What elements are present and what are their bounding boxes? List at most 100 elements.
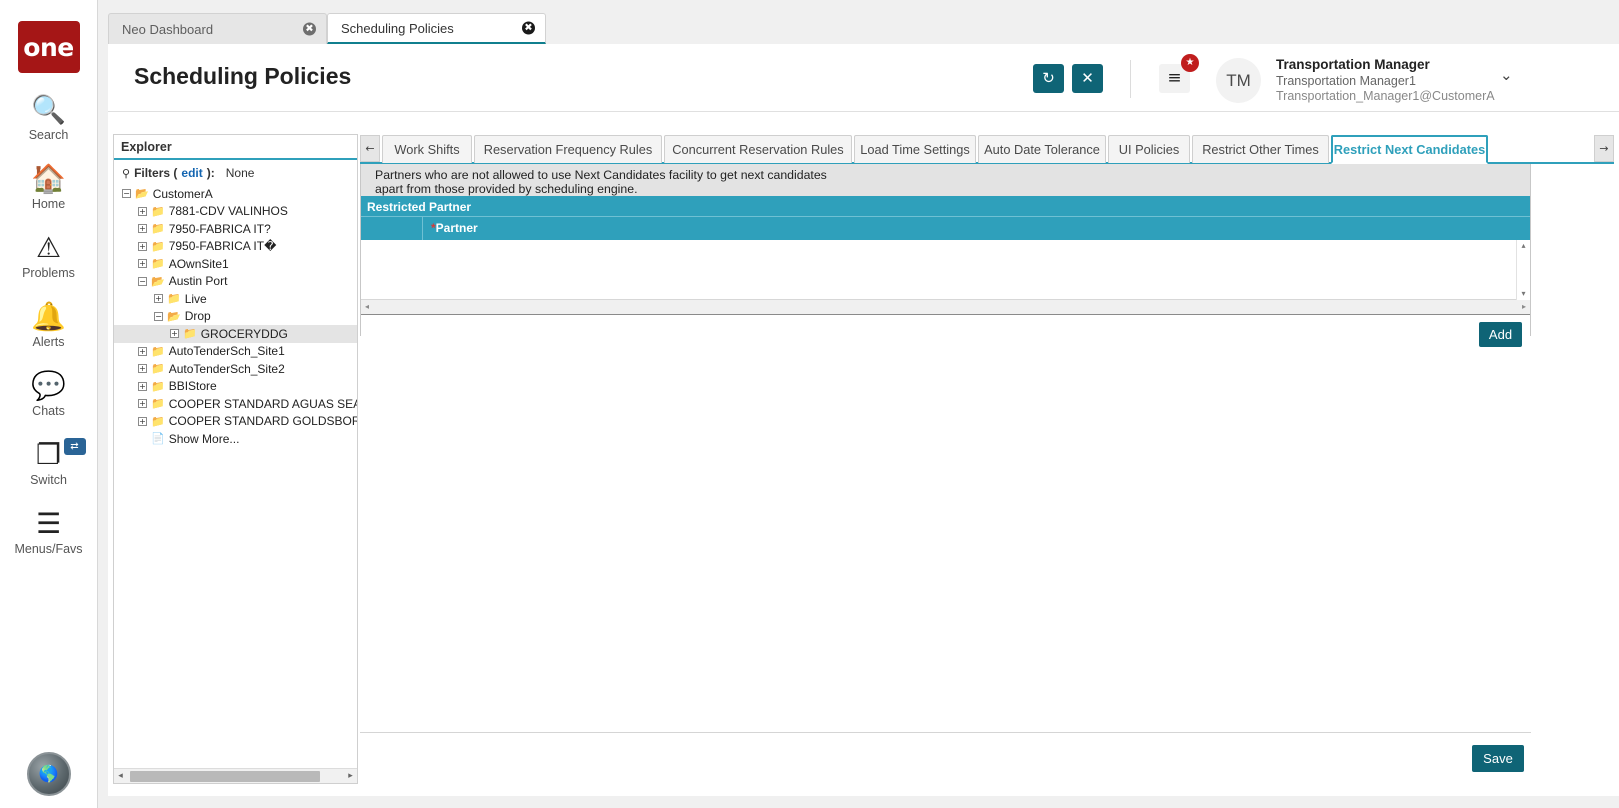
windows-stack-icon: ❐ xyxy=(35,438,62,471)
scroll-right-icon[interactable]: ▸ xyxy=(1518,300,1530,314)
grid-header-partner-label: Partner xyxy=(435,221,478,235)
expand-icon[interactable]: + xyxy=(138,381,147,391)
folder-closed-icon: 📁 xyxy=(151,257,165,271)
collapse-icon[interactable]: − xyxy=(122,189,131,199)
tree-node[interactable]: + 📁COOPER STANDARD AGUAS SEALING ( xyxy=(114,395,357,413)
refresh-icon[interactable]: ↻ xyxy=(1033,64,1064,93)
expand-icon[interactable]: + xyxy=(138,224,147,234)
tree-node[interactable]: − 📂 CustomerA xyxy=(114,185,357,203)
expand-icon[interactable]: + xyxy=(138,241,147,251)
tab-work-shifts[interactable]: Work Shifts xyxy=(382,135,472,163)
filters-edit-link[interactable]: edit xyxy=(181,166,202,180)
grid-horizontal-scrollbar[interactable]: ◂ ▸ xyxy=(361,300,1530,315)
grid-body-empty xyxy=(361,240,1530,300)
scroll-up-icon[interactable]: ▴ xyxy=(1517,240,1530,252)
chevron-down-icon[interactable]: ⌄ xyxy=(1500,66,1513,84)
tree-node[interactable]: + 📁 7881-CDV VALINHOS xyxy=(114,203,357,221)
panel-description-line2: apart from those provided by scheduling … xyxy=(375,182,638,196)
rail-item-chats[interactable]: 💬 Chats xyxy=(0,371,98,419)
filters-value: None xyxy=(225,166,255,180)
tree-node[interactable]: + 📁 BBIStore xyxy=(114,378,357,396)
tab-label: Work Shifts xyxy=(394,142,460,157)
expand-icon[interactable]: + xyxy=(138,346,147,356)
grid-header-partner[interactable]: *Partner xyxy=(423,217,478,240)
scrollbar-thumb[interactable] xyxy=(130,771,320,782)
expand-icon[interactable]: + xyxy=(138,399,147,409)
tree-node[interactable]: + 📁 AutoTenderSch_Site2 xyxy=(114,360,357,378)
folder-closed-icon: 📁 xyxy=(151,204,165,218)
tree-node[interactable]: + 📁 AOwnSite1 xyxy=(114,255,357,273)
panel-description-line1: Partners who are not allowed to use Next… xyxy=(375,168,827,182)
expand-icon[interactable]: + xyxy=(138,259,147,269)
tree-node[interactable]: + 📁 GROCERYDDG xyxy=(114,325,357,343)
panel-description: Partners who are not allowed to use Next… xyxy=(361,164,1530,196)
browser-tab-scheduling-policies[interactable]: Scheduling Policies ✖ xyxy=(327,13,546,44)
scroll-left-icon[interactable]: ◂ xyxy=(114,769,127,783)
rail-label-home: Home xyxy=(31,197,66,211)
tab-ui-policies[interactable]: UI Policies xyxy=(1108,135,1190,163)
tree-node-label: BBIStore xyxy=(168,379,217,394)
tree-node[interactable]: + 📁 7950-FABRICA IT� xyxy=(114,238,357,256)
save-button[interactable]: Save xyxy=(1472,745,1524,772)
rail-item-alerts[interactable]: 🔔 Alerts xyxy=(0,302,98,350)
rail-item-switch[interactable]: ❐ ⇄ Switch xyxy=(0,438,98,487)
expand-icon[interactable]: + xyxy=(138,364,147,374)
browser-tab-neo-dashboard[interactable]: Neo Dashboard ✖ xyxy=(108,13,327,44)
collapse-icon[interactable]: − xyxy=(154,311,163,321)
folder-closed-icon: 📁 xyxy=(151,222,165,236)
tree-node[interactable]: − 📂 Austin Port xyxy=(114,273,357,291)
rail-label-switch: Switch xyxy=(30,473,67,487)
expand-icon[interactable]: + xyxy=(154,294,163,304)
folder-closed-icon: 📁 xyxy=(151,344,165,358)
tab-concurrent-reservation-rules[interactable]: Concurrent Reservation Rules xyxy=(664,135,852,163)
content-area: ← → Work Shifts Reservation Frequency Rul… xyxy=(360,134,1614,784)
tabs-scroll-left-button[interactable]: ← xyxy=(360,135,380,162)
rail-label-chats: Chats xyxy=(32,404,65,418)
rail-item-problems[interactable]: ⚠ Problems xyxy=(0,233,98,281)
rail-item-home[interactable]: 🏠 Home xyxy=(0,164,98,212)
tree-node[interactable]: + 📁 AutoTenderSch_Site1 xyxy=(114,343,357,361)
grid-vertical-scrollbar[interactable]: ▴ ▾ xyxy=(1516,240,1530,300)
scroll-right-icon[interactable]: ▸ xyxy=(344,769,357,783)
tree-node[interactable]: 📄 Show More... xyxy=(114,430,357,448)
tree-node[interactable]: + 📁 7950-FABRICA IT? xyxy=(114,220,357,238)
expand-icon[interactable]: + xyxy=(170,329,179,339)
scroll-down-icon[interactable]: ▾ xyxy=(1517,288,1530,300)
brand-logo[interactable]: one xyxy=(17,21,80,73)
tab-restrict-next-candidates[interactable]: Restrict Next Candidates xyxy=(1331,135,1488,164)
switch-badge-icon[interactable]: ⇄ xyxy=(63,438,86,455)
explorer-horizontal-scrollbar[interactable]: ◂ ▸ xyxy=(114,768,357,783)
tab-reservation-frequency-rules[interactable]: Reservation Frequency Rules xyxy=(474,135,662,163)
rail-item-search[interactable]: 🔍 Search xyxy=(0,95,98,143)
tree-node-label: Show More... xyxy=(168,431,240,446)
grid-header-row: *Partner xyxy=(361,216,1530,240)
tab-auto-date-tolerance[interactable]: Auto Date Tolerance xyxy=(978,135,1106,163)
tab-load-time-settings[interactable]: Load Time Settings xyxy=(854,135,976,163)
folder-closed-icon: 📁 xyxy=(167,292,181,306)
grid-header-select-all-cell[interactable] xyxy=(361,217,423,240)
tabs-scroll-right-button[interactable]: → xyxy=(1594,135,1614,162)
tree-node[interactable]: + 📁 Live xyxy=(114,290,357,308)
close-icon[interactable]: ✖ xyxy=(522,21,535,35)
tree-node[interactable]: − 📂 Drop xyxy=(114,308,357,326)
filters-label-end: ): xyxy=(206,166,215,180)
globe-avatar-icon[interactable]: 🌎 xyxy=(26,752,71,796)
rail-item-menus-favs[interactable]: ☰ Menus/Favs xyxy=(0,509,98,557)
browser-tab-label: Scheduling Policies xyxy=(341,20,454,36)
scroll-left-icon[interactable]: ◂ xyxy=(361,300,373,314)
expand-icon[interactable]: + xyxy=(138,416,147,426)
tab-restrict-other-times[interactable]: Restrict Other Times xyxy=(1192,135,1329,163)
page-header: Scheduling Policies ↻ ✕ ≡ ★ TM Transport… xyxy=(108,44,1619,112)
expand-icon[interactable]: + xyxy=(138,206,147,216)
avatar[interactable]: TM xyxy=(1216,58,1261,103)
filters-label: Filters ( xyxy=(134,166,178,180)
close-page-icon[interactable]: ✕ xyxy=(1072,64,1103,93)
tree-node-label: AutoTenderSch_Site1 xyxy=(168,344,285,359)
add-button[interactable]: Add xyxy=(1479,322,1522,347)
collapse-icon[interactable]: − xyxy=(138,276,147,286)
tree-node[interactable]: + 📁 COOPER STANDARD GOLDSBORO xyxy=(114,413,357,431)
tree-node-label: Live xyxy=(184,291,207,306)
document-icon: 📄 xyxy=(151,432,165,446)
close-icon[interactable]: ✖ xyxy=(303,22,316,36)
footer-divider xyxy=(360,732,1531,733)
